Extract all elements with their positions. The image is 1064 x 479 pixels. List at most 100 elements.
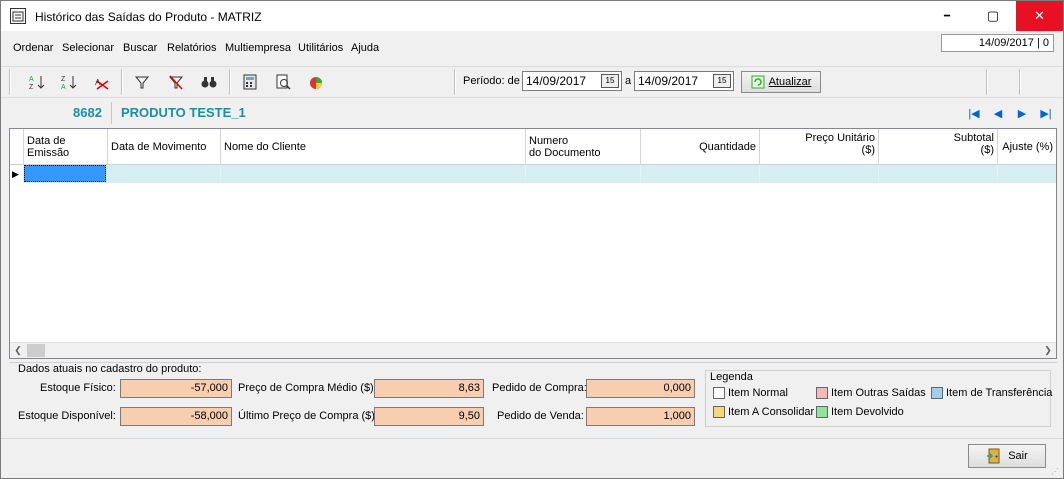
period-label: Período: de	[463, 75, 520, 87]
date-to-value: 14/09/2017	[638, 74, 699, 88]
legend-label: Item Devolvido	[831, 406, 904, 418]
menu-ajuda[interactable]: Ajuda	[351, 42, 379, 54]
legend-swatch	[713, 406, 725, 418]
pedido-compra-label: Pedido de Compra:	[492, 382, 587, 394]
app-icon	[10, 8, 26, 24]
col-nome-cliente[interactable]: Nome do Cliente	[221, 129, 526, 165]
maximize-button[interactable]: ▢	[970, 1, 1016, 31]
table-cell[interactable]	[641, 165, 760, 183]
col-subtotal[interactable]: Subtotal ($)	[879, 129, 998, 165]
table-cell[interactable]	[221, 165, 526, 183]
print-preview-icon[interactable]	[272, 72, 294, 92]
minimize-icon: ━	[943, 10, 951, 22]
table-cell[interactable]	[760, 165, 879, 183]
menu-buscar[interactable]: Buscar	[123, 42, 157, 54]
menu-relatorios[interactable]: Relatórios	[167, 42, 217, 54]
col-data-movimento[interactable]: Data de Movimento	[108, 129, 221, 165]
sales-grid[interactable]: Data de Emissão Data de Movimento Nome d…	[9, 128, 1057, 359]
exit-label: Sair	[1008, 450, 1028, 462]
chart-icon[interactable]	[305, 72, 327, 92]
resize-grip-icon[interactable]: ⋰	[1051, 467, 1061, 477]
table-cell[interactable]	[108, 165, 221, 183]
main-window: Histórico das Saídas do Produto - MATRIZ…	[0, 0, 1064, 479]
legend-swatch	[816, 406, 828, 418]
table-cell[interactable]	[526, 165, 641, 183]
scroll-right-icon[interactable]: ❯	[1040, 343, 1056, 358]
toolbar-grip	[986, 69, 988, 95]
binoculars-icon[interactable]	[198, 72, 220, 92]
nav-last-icon[interactable]: ▶|	[1038, 105, 1054, 121]
product-divider	[111, 102, 112, 124]
date-to-input[interactable]: 14/09/2017 15	[634, 71, 734, 91]
toolbar-grip	[454, 69, 456, 95]
legend-item-a-consolidar: Item A Consolidar	[713, 406, 814, 418]
legend-label: Item Normal	[728, 387, 788, 399]
scroll-left-icon[interactable]: ❮	[10, 343, 26, 358]
divider	[1, 438, 1063, 439]
estoque-disponivel-field: -58,000	[120, 407, 232, 426]
close-icon: ✕	[1034, 8, 1045, 23]
col-quantidade[interactable]: Quantidade	[641, 129, 760, 165]
legend-item-devolvido: Item Devolvido	[816, 406, 904, 418]
summary-caption: Dados atuais no cadastro do produto:	[18, 363, 202, 375]
to-label: a	[625, 75, 632, 87]
row-indicator-header	[10, 129, 24, 165]
nav-first-icon[interactable]: |◀	[966, 105, 982, 121]
calendar-icon[interactable]: 15	[713, 74, 731, 88]
status-date: 14/09/2017 | 0	[941, 34, 1054, 52]
estoque-fisico-field: -57,000	[120, 379, 232, 398]
menu-multiempresa[interactable]: Multiempresa	[225, 42, 291, 54]
pedido-venda-field: 1,000	[586, 407, 695, 426]
col-numero-documento[interactable]: Numero do Documento	[526, 129, 641, 165]
window-title: Histórico das Saídas do Produto - MATRIZ	[35, 10, 262, 24]
table-cell[interactable]	[879, 165, 998, 183]
estoque-fisico-label: Estoque Físico:	[40, 382, 116, 394]
sort-desc-icon[interactable]: ZA	[58, 72, 80, 92]
legend-label: Item de Transferência	[946, 387, 1053, 399]
col-preco-unitario[interactable]: Preço Unitário ($)	[760, 129, 879, 165]
calculator-icon[interactable]	[239, 72, 261, 92]
grid-header: Data de Emissão Data de Movimento Nome d…	[10, 129, 1056, 165]
refresh-button[interactable]: Atualizar	[741, 71, 821, 93]
table-row[interactable]: ▶	[10, 165, 1056, 183]
nav-prev-icon[interactable]: ◀	[990, 105, 1006, 121]
date-from-input[interactable]: 14/09/2017 15	[522, 71, 622, 91]
preco-medio-field: 8,63	[374, 379, 484, 398]
nav-next-icon[interactable]: ▶	[1014, 105, 1030, 121]
toolbar-grip	[9, 69, 11, 95]
svg-text:A: A	[29, 76, 34, 83]
refresh-label: Atualizar	[768, 76, 812, 88]
close-button[interactable]: ✕	[1016, 1, 1063, 31]
toolbar-separator	[121, 69, 123, 95]
svg-text:A: A	[61, 84, 66, 91]
legend-item-transferencia: Item de Transferência	[931, 387, 1052, 399]
col-ajuste[interactable]: Ajuste (%)	[998, 129, 1056, 165]
menu-utilitarios[interactable]: Utilitários	[298, 42, 343, 54]
legend-swatch	[931, 387, 943, 399]
svg-text:Z: Z	[61, 76, 66, 83]
estoque-disponivel-label: Estoque Disponível:	[18, 410, 116, 422]
sort-asc-icon[interactable]: AZ	[26, 72, 48, 92]
scroll-thumb[interactable]	[27, 344, 45, 357]
selected-cell[interactable]	[24, 165, 106, 182]
legend-label: Item Outras Saídas	[831, 387, 926, 399]
menu-ordenar[interactable]: Ordenar	[13, 42, 53, 54]
clear-filter-icon[interactable]	[165, 72, 187, 92]
filter-icon[interactable]	[131, 72, 153, 92]
legend-swatch	[713, 387, 725, 399]
menu-selecionar[interactable]: Selecionar	[62, 42, 114, 54]
legend-item-normal: Item Normal	[713, 387, 788, 399]
row-indicator-icon: ▶	[10, 165, 24, 183]
exit-button[interactable]: Sair	[968, 444, 1046, 468]
door-exit-icon	[987, 448, 1000, 464]
calendar-icon[interactable]: 15	[601, 74, 619, 88]
clear-sort-icon[interactable]: A	[91, 72, 113, 92]
col-data-emissao[interactable]: Data de Emissão	[24, 129, 108, 165]
horizontal-scrollbar[interactable]: ❮ ❯	[10, 342, 1056, 358]
date-from-value: 14/09/2017	[526, 74, 587, 88]
legend-label: Item A Consolidar	[728, 406, 815, 418]
refresh-icon	[751, 75, 765, 89]
svg-text:Z: Z	[29, 84, 34, 91]
legend-item-outras-saidas: Item Outras Saídas	[816, 387, 926, 399]
minimize-button[interactable]: ━	[924, 1, 970, 31]
